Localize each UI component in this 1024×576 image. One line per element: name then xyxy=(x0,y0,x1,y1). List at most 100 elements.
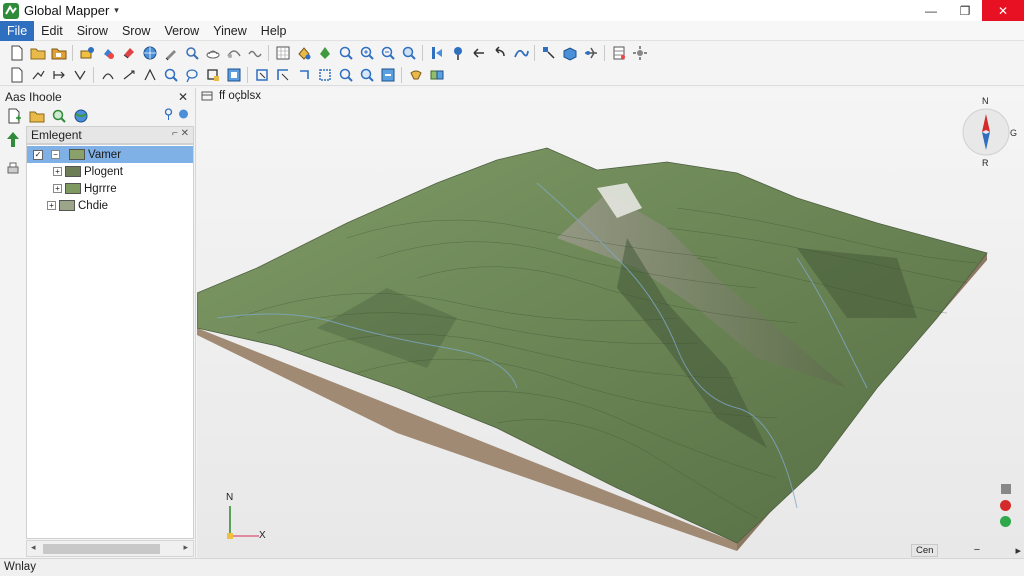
magnifier-icon[interactable] xyxy=(356,65,377,85)
path-icon[interactable] xyxy=(538,43,559,63)
title-dropdown-icon[interactable]: ▾ xyxy=(114,5,119,16)
grid-icon[interactable] xyxy=(272,43,293,63)
box-3d-icon[interactable] xyxy=(559,43,580,63)
compass-widget[interactable]: N G R xyxy=(960,96,1018,168)
tree-row[interactable]: + Plogent xyxy=(27,163,193,180)
lasso-icon[interactable] xyxy=(181,65,202,85)
open-folder-icon[interactable] xyxy=(27,43,48,63)
new-document-icon[interactable] xyxy=(6,43,27,63)
pin-icon[interactable] xyxy=(447,43,468,63)
window-controls: — ❐ ✕ xyxy=(914,0,1024,21)
tree-row[interactable]: + Hgrrre xyxy=(27,180,193,197)
snap-icon[interactable] xyxy=(251,65,272,85)
menu-help[interactable]: Help xyxy=(254,21,294,41)
pin-panel-icon[interactable] xyxy=(163,108,174,120)
split-icon[interactable] xyxy=(69,65,90,85)
minimize-button[interactable]: — xyxy=(914,0,948,21)
expand-icon[interactable]: + xyxy=(47,201,56,210)
tree-row[interactable]: ✓ − Vamer xyxy=(27,146,193,163)
menu-file[interactable]: File xyxy=(0,20,35,41)
filter-icon[interactable] xyxy=(405,65,426,85)
tilde-icon[interactable] xyxy=(244,43,265,63)
box-select-icon[interactable] xyxy=(314,65,335,85)
close-button[interactable]: ✕ xyxy=(982,0,1024,21)
tree-row[interactable]: + Chdie xyxy=(27,197,193,214)
scroll-left-icon[interactable]: ◂ xyxy=(31,542,36,553)
line-icon[interactable] xyxy=(48,65,69,85)
printer-icon[interactable] xyxy=(4,160,22,178)
undo-icon[interactable] xyxy=(489,43,510,63)
page-icon[interactable] xyxy=(6,65,27,85)
layers-icon[interactable] xyxy=(76,43,97,63)
layer-search-icon[interactable] xyxy=(48,106,70,126)
menu-verow[interactable]: Verow xyxy=(157,21,206,41)
curve-icon[interactable] xyxy=(97,65,118,85)
hand-icon[interactable] xyxy=(97,43,118,63)
status-bar: Wnlay xyxy=(0,558,1024,576)
open-layer-icon[interactable] xyxy=(26,106,48,126)
cloud-icon[interactable] xyxy=(202,43,223,63)
zoom-icon[interactable] xyxy=(335,43,356,63)
zoom-extent-icon[interactable] xyxy=(398,43,419,63)
settings-icon[interactable] xyxy=(629,43,650,63)
vertex-icon[interactable] xyxy=(314,43,335,63)
menu-yinew[interactable]: Yinew xyxy=(206,21,254,41)
horizontal-scrollbar[interactable]: ◂ ▸ xyxy=(26,540,194,557)
menu-edit[interactable]: Edit xyxy=(34,21,70,41)
link-icon[interactable] xyxy=(223,43,244,63)
globe-icon[interactable] xyxy=(139,43,160,63)
menu-srow[interactable]: Srow xyxy=(115,21,157,41)
map-3d-view[interactable]: ff oçblsx N G R N X Cen − ▸ xyxy=(197,88,1024,558)
panel-close-button[interactable]: ✕ xyxy=(178,90,188,104)
table-icon[interactable] xyxy=(608,43,629,63)
layer-globe-icon[interactable] xyxy=(70,106,92,126)
select-icon[interactable] xyxy=(181,43,202,63)
corner-icon[interactable] xyxy=(272,65,293,85)
scrollbar-thumb[interactable] xyxy=(43,544,160,554)
expand-icon[interactable]: + xyxy=(53,167,62,176)
zoom-out-icon[interactable] xyxy=(377,43,398,63)
zoom-out-button[interactable]: − xyxy=(974,544,980,556)
rect-icon[interactable] xyxy=(293,65,314,85)
expand-icon[interactable]: + xyxy=(53,184,62,193)
measure-icon[interactable] xyxy=(139,65,160,85)
nav-green-button[interactable] xyxy=(1000,516,1011,527)
crop-icon[interactable] xyxy=(202,65,223,85)
subheader-label: Emlegent xyxy=(31,128,82,142)
nav-red-button[interactable] xyxy=(1000,500,1011,511)
terrain-3d-surface[interactable] xyxy=(197,88,1024,558)
center-button[interactable]: Cen xyxy=(911,543,939,557)
fly-icon[interactable] xyxy=(580,43,601,63)
draw-icon[interactable] xyxy=(118,65,139,85)
menu-sirow[interactable]: Sirow xyxy=(70,21,115,41)
toolbar-separator xyxy=(422,45,423,61)
merge-icon[interactable] xyxy=(426,65,447,85)
search-icon[interactable] xyxy=(160,65,181,85)
add-layer-icon[interactable] xyxy=(4,106,26,126)
layer-color-icon[interactable] xyxy=(178,108,189,120)
view-footer: Cen − ▸ xyxy=(911,542,1021,558)
subheader-controls[interactable]: ⌐ ✕ xyxy=(172,128,189,139)
move-icon[interactable] xyxy=(27,65,48,85)
scroll-right-icon[interactable]: ▸ xyxy=(183,542,188,553)
nav-grip-icon[interactable] xyxy=(1001,484,1011,494)
arrow-left-icon[interactable] xyxy=(468,43,489,63)
compass-east-label: G xyxy=(1010,128,1018,138)
layer-thumbnail-icon xyxy=(65,166,81,177)
next-arrow-button[interactable]: ▸ xyxy=(1015,544,1021,557)
pick-icon[interactable] xyxy=(377,65,398,85)
pen-icon[interactable] xyxy=(160,43,181,63)
layer-checkbox[interactable]: ✓ xyxy=(33,149,43,160)
feature-icon[interactable] xyxy=(426,43,447,63)
up-arrow-icon[interactable] xyxy=(4,130,22,148)
eraser-icon[interactable] xyxy=(118,43,139,63)
expand-icon[interactable]: − xyxy=(51,150,60,159)
fill-icon[interactable] xyxy=(293,43,314,63)
frame-icon[interactable] xyxy=(223,65,244,85)
zoom-in-icon[interactable] xyxy=(356,43,377,63)
restore-button[interactable]: ❐ xyxy=(948,0,982,21)
secondary-toolbar xyxy=(0,64,1024,86)
zoom-a-icon[interactable] xyxy=(335,65,356,85)
save-icon[interactable] xyxy=(48,43,69,63)
route-icon[interactable] xyxy=(510,43,531,63)
